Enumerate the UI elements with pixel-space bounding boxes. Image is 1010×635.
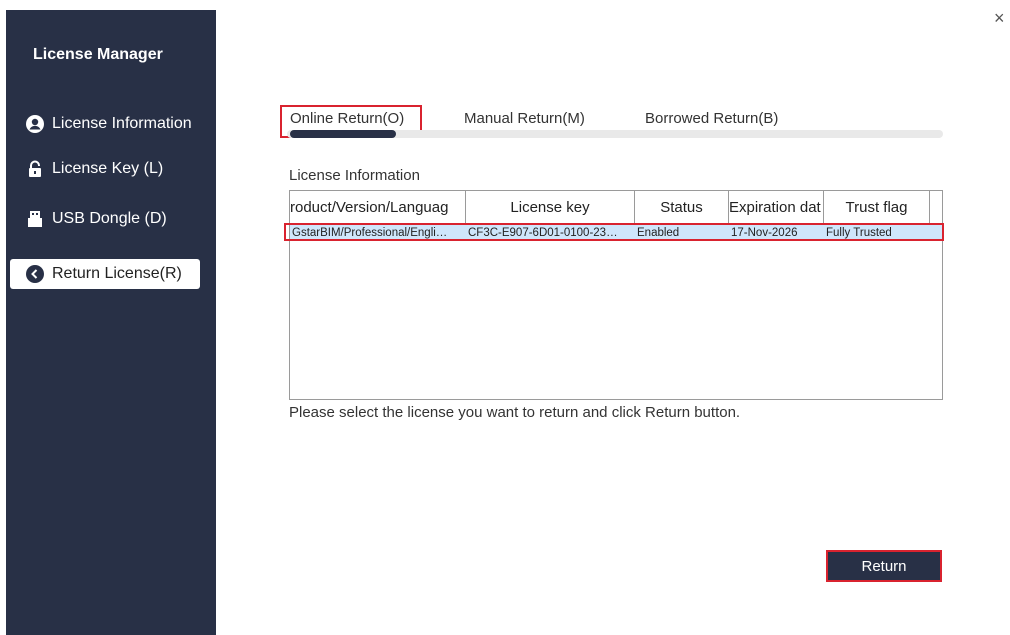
license-table[interactable]: roduct/Version/Languag License key Statu… (289, 190, 943, 400)
sidebar-item-license-key[interactable]: License Key (L) (10, 154, 200, 184)
usb-icon (26, 210, 44, 228)
instruction-text: Please select the license you want to re… (289, 404, 741, 421)
close-icon[interactable]: × (994, 8, 1005, 29)
column-header-expiration[interactable]: Expiration dat (729, 191, 824, 225)
column-header-product[interactable]: roduct/Version/Languag (290, 191, 466, 225)
tab-manual-return[interactable]: Manual Return(M) (464, 110, 585, 127)
tab-borrowed-return[interactable]: Borrowed Return(B) (645, 110, 778, 127)
sidebar-item-license-information[interactable]: License Information (10, 109, 200, 139)
column-header-trust-flag[interactable]: Trust flag (824, 191, 930, 225)
column-header-status[interactable]: Status (635, 191, 729, 225)
app-title: License Manager (33, 46, 163, 63)
sidebar-item-label: License Key (L) (52, 160, 164, 177)
sidebar-item-usb-dongle[interactable]: USB Dongle (D) (10, 204, 200, 234)
column-header-license-key[interactable]: License key (466, 191, 635, 225)
return-button[interactable]: Return (826, 550, 942, 582)
sidebar-item-label: Return License(R) (52, 265, 182, 282)
selected-row-highlight (284, 223, 944, 241)
back-circle-icon (26, 265, 44, 283)
sidebar-item-label: USB Dongle (D) (52, 210, 167, 227)
sidebar-item-return-license[interactable]: Return License(R) (10, 259, 200, 289)
sidebar: License Manager License Information Lice… (6, 10, 216, 635)
section-label: License Information (289, 167, 420, 184)
lock-icon (26, 160, 44, 178)
active-tab-indicator (290, 130, 396, 138)
sidebar-item-label: License Information (52, 115, 192, 132)
user-icon (26, 115, 44, 133)
